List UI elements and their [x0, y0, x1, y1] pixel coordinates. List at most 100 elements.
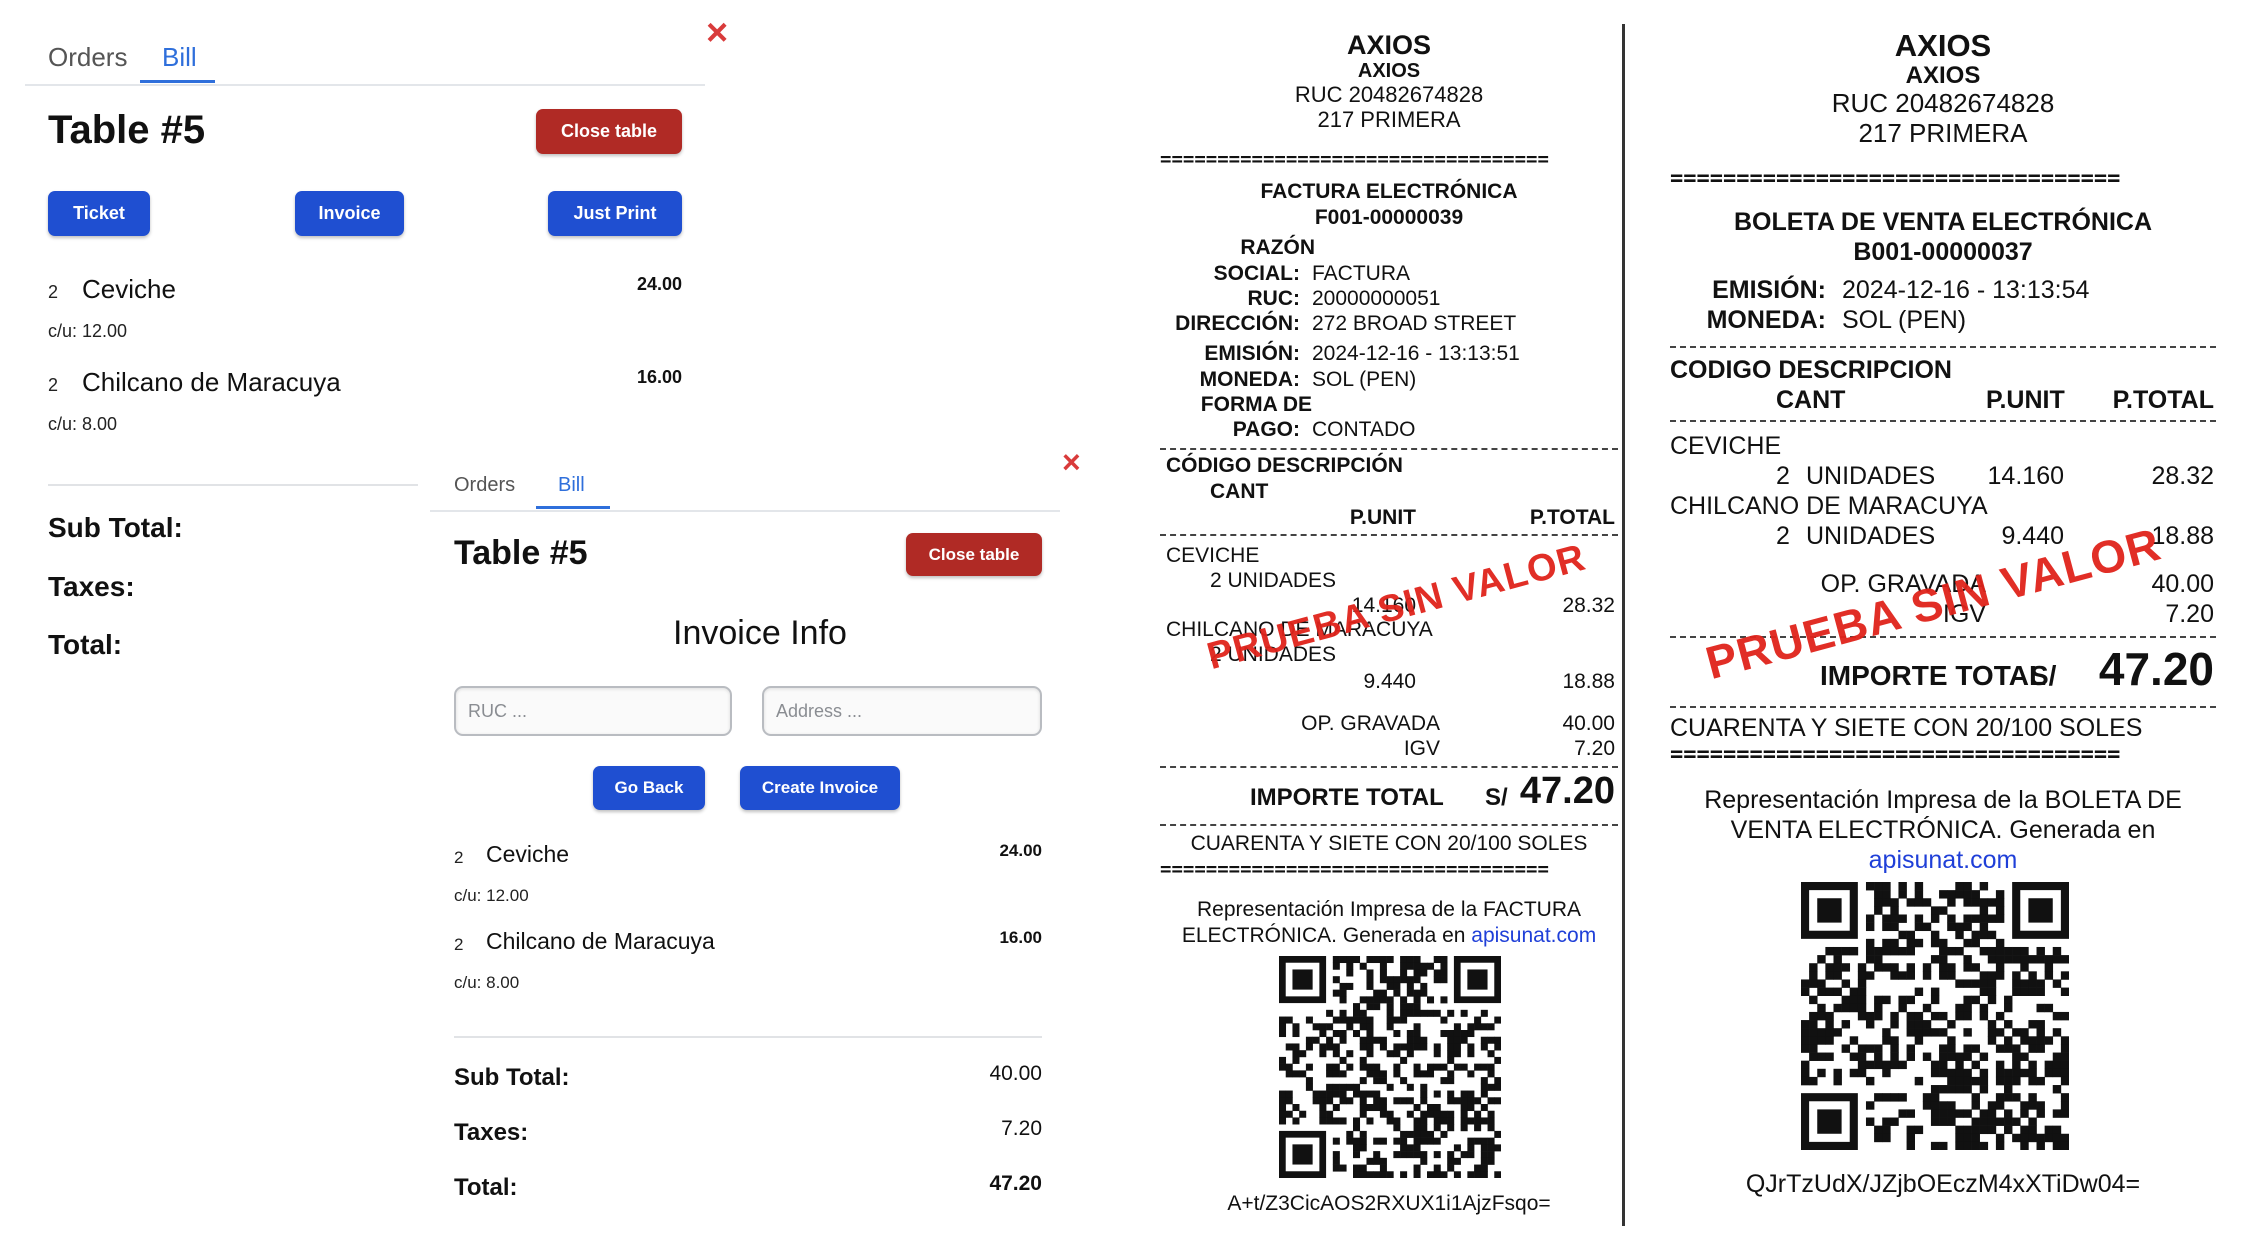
qr-module — [1420, 982, 1428, 990]
qr-module — [1987, 1020, 1997, 1029]
qr-module — [1930, 995, 1940, 1005]
qr-module — [1841, 946, 1851, 956]
address-input[interactable] — [762, 686, 1042, 736]
create-invoice-button[interactable]: Create Invoice — [740, 766, 900, 810]
qr-module — [1427, 1171, 1435, 1178]
qr-module — [1480, 1043, 1488, 1051]
qr-module — [1939, 955, 1948, 964]
apisunat-link[interactable]: apisunat.com — [1471, 924, 1596, 947]
invoice-button[interactable]: Invoice — [295, 191, 404, 236]
qr-module — [1366, 1030, 1374, 1038]
tab-bill[interactable]: Bill — [162, 42, 197, 73]
qr-module — [2028, 1133, 2037, 1143]
qr-module — [2020, 963, 2029, 972]
qr-module — [1963, 1003, 1972, 1013]
qr-module — [1326, 1043, 1334, 1051]
qr-module — [1890, 1011, 1899, 1021]
close-table-button[interactable]: Close table — [906, 533, 1042, 576]
qr-module — [1987, 1028, 1997, 1037]
tab-bill[interactable]: Bill — [558, 474, 585, 497]
go-back-button[interactable]: Go Back — [593, 766, 705, 810]
qr-module — [1359, 1144, 1367, 1152]
qr-module — [1406, 1130, 1414, 1138]
qr-module — [1420, 1157, 1428, 1165]
qr-module — [1930, 906, 1940, 915]
item-name: Ceviche — [486, 841, 570, 867]
qr-module — [1857, 1044, 1867, 1053]
qr-module — [1979, 987, 1989, 996]
qr-module — [1865, 946, 1875, 956]
qr-module — [1939, 963, 1948, 972]
close-icon[interactable]: × — [1062, 446, 1081, 478]
qr-module — [2012, 1117, 2021, 1126]
qr-module — [1427, 996, 1435, 1004]
qr-module — [1359, 1023, 1367, 1031]
qr-module — [1460, 1104, 1468, 1112]
qr-module — [1841, 1003, 1851, 1013]
qr-module — [1346, 1016, 1354, 1024]
ruc-input[interactable] — [454, 686, 732, 736]
qr-module — [1353, 1151, 1361, 1159]
representation-text: VENTA ELECTRÓNICA. Generada en — [1730, 816, 2156, 844]
total-value: 47.20 — [989, 1172, 1042, 1195]
qr-module — [1373, 989, 1381, 997]
qr-module — [1400, 1077, 1408, 1085]
qr-module — [1285, 1043, 1293, 1051]
qr-module — [1447, 1090, 1455, 1098]
qr-module — [1898, 914, 1907, 923]
qr-module — [1379, 1070, 1387, 1078]
qr-module — [1427, 1104, 1435, 1112]
apisunat-link[interactable]: apisunat.com — [1670, 846, 2216, 875]
qr-module — [1833, 987, 1842, 996]
qr-module — [1279, 1063, 1287, 1071]
qr-module — [1874, 906, 1883, 915]
qr-module — [1299, 1110, 1307, 1118]
qr-module — [1474, 1124, 1482, 1132]
tab-orders[interactable]: Orders — [454, 474, 515, 497]
qr-module — [1353, 1164, 1361, 1172]
qr-module — [1955, 1085, 1964, 1094]
qr-module — [2012, 946, 2021, 956]
qr-module — [2004, 1117, 2013, 1126]
tab-orders[interactable]: Orders — [48, 42, 127, 73]
qr-module — [1987, 1101, 1997, 1110]
qr-module — [1467, 1030, 1475, 1038]
qr-module — [1955, 1141, 1964, 1150]
qr-module — [1979, 882, 1989, 891]
totals-divider — [454, 1036, 1042, 1038]
qr-module — [1312, 1036, 1320, 1044]
qr-module — [1332, 976, 1340, 984]
item-qty: 2 — [48, 375, 59, 395]
qr-module — [2044, 1068, 2054, 1078]
qr-module — [1947, 1076, 1956, 1086]
item-unit-price: c/u: 12.00 — [48, 321, 128, 341]
qr-module — [1865, 1101, 1875, 1110]
qr-module — [2028, 1076, 2037, 1086]
qr-module — [1339, 1016, 1347, 1024]
qr-module — [1995, 963, 2005, 972]
qr-module — [1480, 1009, 1488, 1017]
close-icon[interactable]: × — [706, 14, 728, 52]
qr-module — [1882, 914, 1891, 923]
qr-module — [1366, 1063, 1374, 1071]
qr-module — [1865, 955, 1875, 964]
qr-module — [1332, 1157, 1340, 1165]
qr-module — [1857, 995, 1867, 1005]
qr-module — [2004, 955, 2013, 964]
qr-module — [1906, 1044, 1915, 1053]
qr-module — [1359, 1171, 1367, 1178]
qr-module — [1914, 987, 1924, 996]
ticket-button[interactable]: Ticket — [48, 191, 150, 236]
qr-module — [1995, 906, 2005, 915]
close-table-button[interactable]: Close table — [536, 109, 682, 154]
qr-module — [1914, 1028, 1924, 1037]
company-subname: AXIOS — [1357, 60, 1421, 82]
company-ruc: RUC 20482674828 — [1831, 88, 2055, 118]
line-ptotal: 28.32 — [2151, 462, 2214, 490]
qr-module — [1447, 1097, 1455, 1105]
just-print-button[interactable]: Just Print — [548, 191, 682, 236]
qr-module — [2036, 1109, 2045, 1118]
item-name: Ceviche — [82, 274, 176, 304]
qr-module — [1971, 995, 1980, 1005]
qr-module — [1987, 946, 1997, 956]
